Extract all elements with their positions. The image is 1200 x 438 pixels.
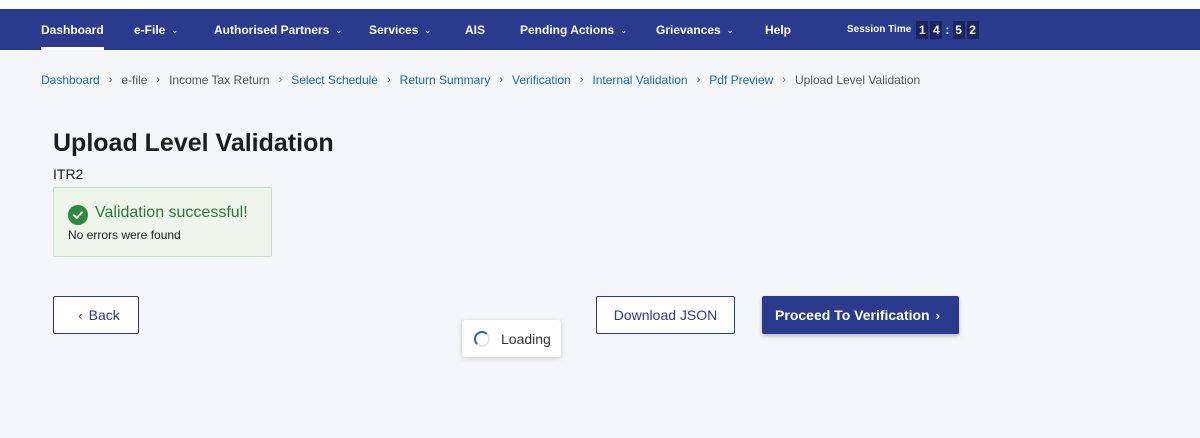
nav-pending-actions[interactable]: Pending Actions ⌄ <box>520 9 627 50</box>
breadcrumb-separator-icon: › <box>499 74 504 86</box>
chevron-down-icon: ⌄ <box>726 26 734 35</box>
loading-indicator: Loading <box>462 320 561 357</box>
chevron-down-icon: ⌄ <box>171 26 179 35</box>
session-colon: : <box>945 22 950 37</box>
proceed-label: Proceed To Verification <box>775 307 930 323</box>
session-digit: 2 <box>966 20 979 39</box>
nav-help-label: Help <box>765 22 792 37</box>
session-digit: 1 <box>916 20 929 39</box>
chevron-right-icon: › <box>935 307 940 323</box>
nav-services[interactable]: Services ⌄ <box>369 9 431 50</box>
validation-success-message: No errors were found <box>68 228 181 242</box>
session-digit: 4 <box>930 20 943 39</box>
nav-help[interactable]: Help <box>765 9 791 50</box>
validation-success-title: Validation successful! <box>95 204 248 221</box>
nav-authorised-partners[interactable]: Authorised Partners ⌄ <box>214 9 342 50</box>
top-navbar: Dashboard e-File ⌄ Authorised Partners ⌄… <box>0 9 1200 50</box>
breadcrumb-return-summary[interactable]: Return Summary <box>400 73 491 87</box>
session-timer: Session Time 1 4 : 5 2 <box>847 9 981 50</box>
nav-ais[interactable]: AIS <box>465 9 485 50</box>
session-time-label: Session Time <box>847 24 912 35</box>
nav-services-label: Services <box>369 22 419 37</box>
validation-success-box: Validation successful! No errors were fo… <box>53 187 272 257</box>
nav-grievances-label: Grievances <box>656 22 721 37</box>
breadcrumb-separator-icon: › <box>782 74 786 86</box>
session-digit: 5 <box>952 20 965 39</box>
nav-dashboard[interactable]: Dashboard <box>41 9 104 50</box>
chevron-down-icon: ⌄ <box>335 26 343 35</box>
breadcrumb-separator-icon: › <box>108 74 113 86</box>
nav-pending-actions-label: Pending Actions <box>520 22 615 37</box>
back-button-label: Back <box>88 307 120 323</box>
chevron-down-icon: ⌄ <box>620 26 627 35</box>
nav-dashboard-label: Dashboard <box>41 22 104 37</box>
breadcrumb: Dashboard › e-file › Income Tax Return ›… <box>41 72 920 88</box>
proceed-to-verification-button[interactable]: Proceed To Verification › <box>762 296 959 334</box>
breadcrumb-select-schedule[interactable]: Select Schedule <box>291 73 378 87</box>
back-button[interactable]: ‹ Back <box>53 296 139 334</box>
breadcrumb-separator-icon: › <box>696 74 701 86</box>
breadcrumb-upload-level-validation: Upload Level Validation <box>794 73 921 87</box>
chevron-down-icon: ⌄ <box>424 26 432 35</box>
nav-authorised-partners-label: Authorised Partners <box>214 22 330 37</box>
breadcrumb-income-tax-return: Income Tax Return <box>169 73 270 87</box>
loading-label: Loading <box>501 330 551 347</box>
breadcrumb-separator-icon: › <box>579 74 584 86</box>
chevron-left-icon: ‹ <box>78 307 83 323</box>
download-json-label: Download JSON <box>613 307 718 323</box>
page-title: Upload Level Validation <box>53 129 334 157</box>
breadcrumb-dashboard[interactable]: Dashboard <box>41 73 100 87</box>
nav-ais-label: AIS <box>465 22 486 37</box>
nav-grievances[interactable]: Grievances ⌄ <box>656 9 733 50</box>
nav-efile-label: e-File <box>134 22 166 37</box>
breadcrumb-efile: e-file <box>121 73 148 87</box>
spinner-icon <box>474 330 490 347</box>
breadcrumb-separator-icon: › <box>278 74 283 86</box>
breadcrumb-separator-icon: › <box>386 74 391 86</box>
nav-efile[interactable]: e-File ⌄ <box>134 9 178 50</box>
breadcrumb-pdf-preview[interactable]: Pdf Preview <box>709 73 773 87</box>
check-circle-icon <box>68 205 88 225</box>
itr-form-label: ITR2 <box>53 166 84 182</box>
top-strip <box>0 0 1200 9</box>
breadcrumb-verification[interactable]: Verification <box>512 73 571 87</box>
download-json-button[interactable]: Download JSON <box>596 296 735 334</box>
breadcrumb-internal-validation[interactable]: Internal Validation <box>592 73 687 87</box>
breadcrumb-separator-icon: › <box>156 74 161 86</box>
